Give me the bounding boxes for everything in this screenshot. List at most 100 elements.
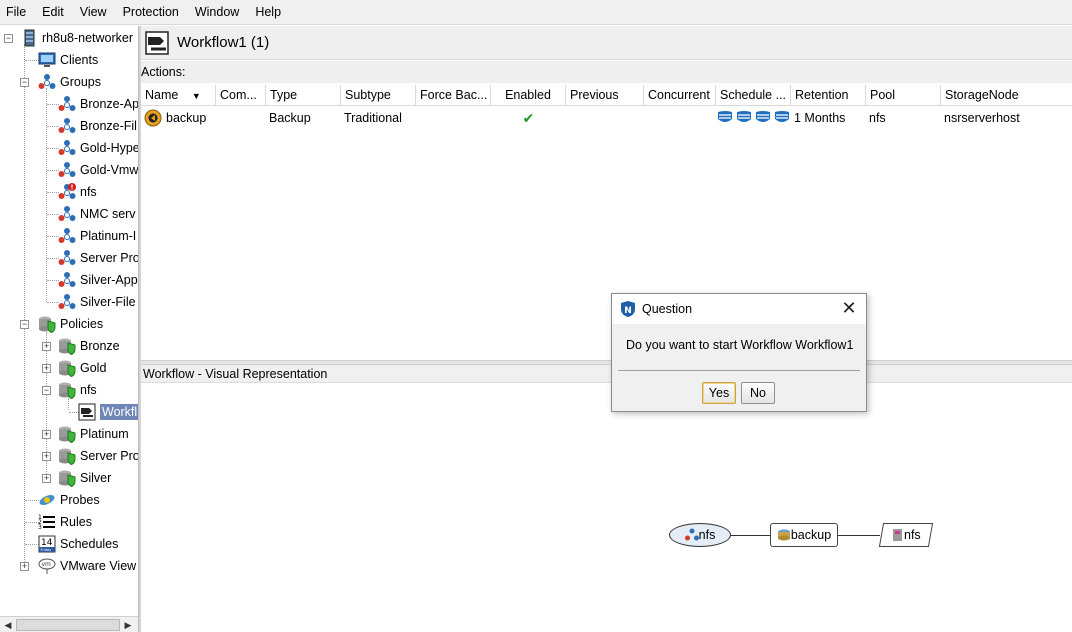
column-header-concurrent[interactable]: Concurrent bbox=[644, 85, 716, 106]
column-header-name[interactable]: Name ▼ bbox=[141, 85, 216, 106]
policy-shield-icon bbox=[58, 337, 76, 356]
menu-help[interactable]: Help bbox=[247, 0, 289, 25]
diagram-group-node[interactable]: nfs bbox=[669, 523, 731, 547]
tree-item-policy[interactable]: Bronze bbox=[58, 335, 120, 357]
tree-item-group[interactable]: Gold-Hype bbox=[58, 137, 138, 159]
group-icon bbox=[58, 139, 76, 157]
scroll-left-icon[interactable]: ◀ bbox=[1, 618, 15, 632]
menu-protection[interactable]: Protection bbox=[115, 0, 187, 25]
visual-representation-title: Workflow - Visual Representation bbox=[141, 365, 1072, 383]
menu-file[interactable]: File bbox=[0, 0, 34, 25]
column-header-retention[interactable]: Retention bbox=[791, 85, 866, 106]
tree-item-probes[interactable]: Probes bbox=[38, 489, 100, 511]
collapse-toggle[interactable]: − bbox=[20, 78, 29, 87]
pool-icon bbox=[892, 529, 902, 541]
dialog-titlebar[interactable]: N Question ✕ bbox=[612, 294, 866, 324]
tree-item-group[interactable]: Bronze-Fil bbox=[58, 115, 137, 137]
tree-item-policy[interactable]: Server Pro bbox=[58, 445, 138, 467]
policy-shield-icon bbox=[38, 315, 56, 334]
menu-view[interactable]: View bbox=[72, 0, 115, 25]
tree-item-rules[interactable]: 123 Rules bbox=[38, 511, 92, 533]
tree-label: Clients bbox=[60, 53, 99, 67]
tree-label: Gold-Vmw bbox=[80, 163, 138, 177]
collapse-toggle[interactable]: − bbox=[20, 320, 29, 329]
policy-shield-icon bbox=[58, 381, 76, 400]
column-header-enabled[interactable]: Enabled bbox=[491, 85, 566, 106]
yes-button[interactable]: Yes bbox=[702, 382, 736, 404]
policy-shield-icon bbox=[58, 469, 76, 488]
tree-item-group[interactable]: Silver-File bbox=[58, 291, 136, 313]
tree-item-policy[interactable]: Silver bbox=[58, 467, 111, 489]
tree-horizontal-scrollbar[interactable]: ◀ ▶ bbox=[0, 616, 138, 632]
scroll-right-icon[interactable]: ▶ bbox=[121, 618, 135, 632]
tree-label: Server Pro bbox=[80, 251, 138, 265]
close-icon[interactable]: ✕ bbox=[840, 299, 858, 317]
tree-item-group[interactable]: Gold-Vmw bbox=[58, 159, 138, 181]
tree-item-group[interactable]: Silver-App bbox=[58, 269, 138, 291]
no-button[interactable]: No bbox=[741, 382, 775, 404]
diagram-action-node[interactable]: backup bbox=[770, 523, 838, 547]
expand-toggle[interactable]: + bbox=[20, 562, 29, 571]
tree-item-groups[interactable]: Groups bbox=[38, 71, 101, 93]
vmware-icon: vm bbox=[38, 557, 56, 575]
tree-item-policy[interactable]: Gold bbox=[58, 357, 106, 379]
diagram-pool-node[interactable]: nfs bbox=[878, 523, 934, 547]
tree-label: Rules bbox=[60, 515, 92, 529]
tree-label: nfs bbox=[80, 383, 97, 397]
collapse-toggle[interactable]: − bbox=[42, 386, 51, 395]
expand-toggle[interactable]: + bbox=[42, 342, 51, 351]
workflow-title: Workflow1 (1) bbox=[177, 34, 270, 51]
tree-item-policy-nfs[interactable]: nfs bbox=[58, 379, 97, 401]
tree-item-group[interactable]: Bronze-Ap bbox=[58, 93, 138, 115]
tree-item-schedules[interactable]: 14 Friday Schedules bbox=[38, 533, 118, 555]
tree-item-vmware-view[interactable]: vm VMware View bbox=[38, 555, 136, 577]
scroll-thumb[interactable] bbox=[16, 619, 120, 631]
expand-toggle[interactable]: + bbox=[42, 474, 51, 483]
column-header-schedule[interactable]: Schedule ... bbox=[716, 85, 791, 106]
dialog-title: Question bbox=[642, 302, 693, 316]
menu-edit[interactable]: Edit bbox=[34, 0, 72, 25]
vmware-icon-text: vm bbox=[42, 561, 52, 568]
tree-item-policies[interactable]: Policies bbox=[38, 313, 103, 335]
diagram-connector bbox=[838, 535, 880, 536]
tree-item-group[interactable]: Platinum-I bbox=[58, 225, 136, 247]
tree-item-clients[interactable]: Clients bbox=[38, 49, 98, 71]
expand-toggle[interactable]: + bbox=[42, 452, 51, 461]
column-header-previous[interactable]: Previous bbox=[566, 85, 644, 106]
policy-shield-icon bbox=[58, 447, 76, 466]
collapse-toggle[interactable]: − bbox=[4, 34, 13, 43]
group-icon bbox=[58, 227, 76, 245]
diagram-node-label: nfs bbox=[903, 528, 921, 542]
column-header-force-backup[interactable]: Force Bac... bbox=[416, 85, 491, 106]
networker-shield-icon: N bbox=[620, 301, 636, 317]
dialog-separator bbox=[618, 370, 860, 371]
group-icon bbox=[58, 161, 76, 179]
backup-storage-icon bbox=[777, 529, 790, 541]
tree-item-policy[interactable]: Platinum bbox=[58, 423, 129, 445]
column-header-type[interactable]: Type bbox=[266, 85, 341, 106]
cell-subtype: Traditional bbox=[344, 111, 402, 125]
workflow-icon bbox=[78, 403, 96, 421]
diagram-node-label: nfs bbox=[698, 528, 716, 542]
svg-text:3: 3 bbox=[38, 524, 42, 531]
schedule-days-icon bbox=[718, 111, 789, 122]
menu-window[interactable]: Window bbox=[187, 0, 247, 25]
tree-connector bbox=[25, 500, 39, 501]
group-icon bbox=[58, 249, 76, 267]
tree-item-group-nfs[interactable]: nfs bbox=[58, 181, 97, 203]
calendar-icon: 14 Friday bbox=[38, 535, 56, 553]
column-header-storage-node[interactable]: StorageNode bbox=[941, 85, 1072, 106]
table-row[interactable]: backup Backup Traditional ✔ 1 Months nfs… bbox=[141, 107, 1072, 129]
expand-toggle[interactable]: + bbox=[42, 364, 51, 373]
tree-item-group[interactable]: NMC serv bbox=[58, 203, 136, 225]
numbered-list-icon: 123 bbox=[38, 513, 56, 531]
column-header-comment[interactable]: Com... bbox=[216, 85, 266, 106]
column-header-pool[interactable]: Pool bbox=[866, 85, 941, 106]
tree-item-group[interactable]: Server Pro bbox=[58, 247, 138, 269]
expand-toggle[interactable]: + bbox=[42, 430, 51, 439]
tree-label: Bronze-Fil bbox=[80, 119, 137, 133]
probe-icon bbox=[38, 491, 56, 509]
tree-root-server[interactable]: rh8u8-networker bbox=[20, 27, 133, 49]
column-header-subtype[interactable]: Subtype bbox=[341, 85, 416, 106]
tree-item-workflow-selected[interactable]: Workfl bbox=[78, 401, 138, 423]
